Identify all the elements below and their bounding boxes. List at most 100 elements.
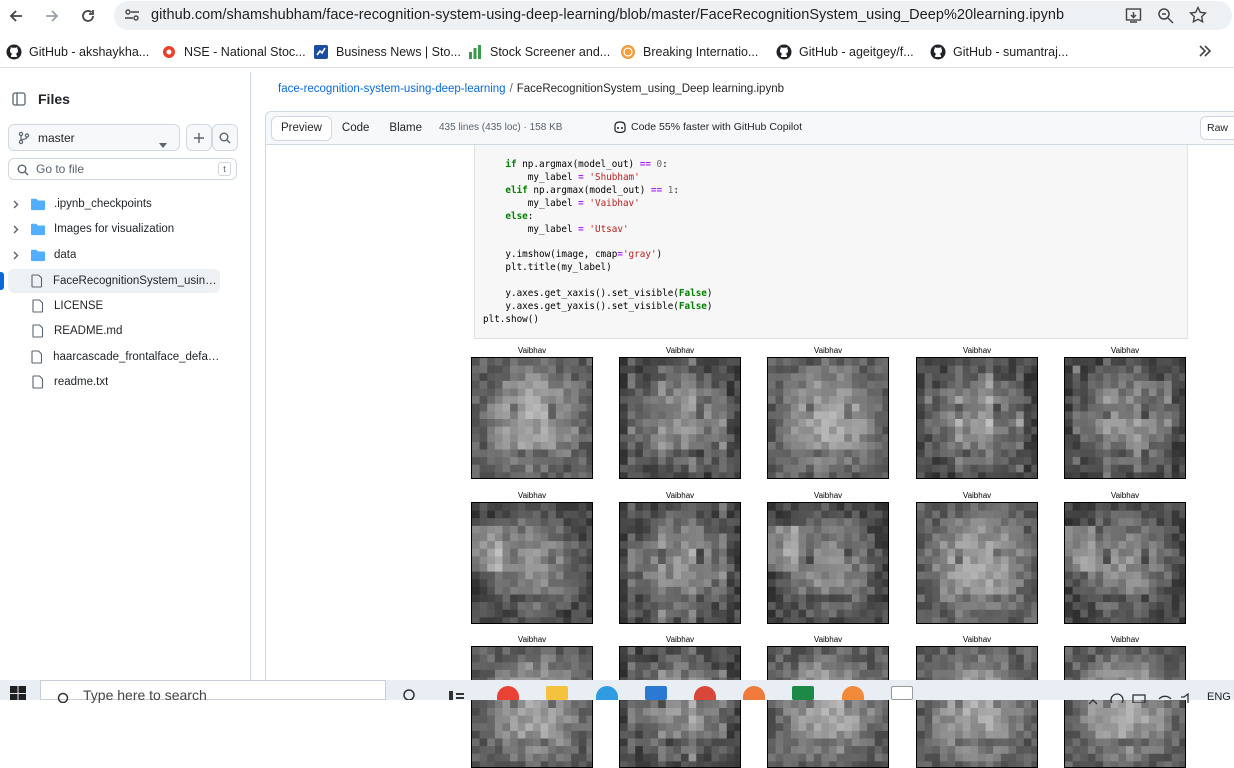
file-icon xyxy=(32,299,44,313)
copilot-promo[interactable]: Code 55% faster with GitHub Copilot xyxy=(613,121,802,133)
code-line: y.imshow(image, cmap='gray') xyxy=(483,249,663,261)
github-icon xyxy=(776,44,792,60)
plot-title: Vaibhav xyxy=(1110,346,1140,355)
tree-item-readme-md[interactable]: README.md xyxy=(8,319,220,343)
branch-icon xyxy=(18,131,30,150)
reload-icon[interactable] xyxy=(76,4,100,28)
tree-item-images-for-visualization[interactable]: Images for visualization xyxy=(8,217,220,241)
face-image xyxy=(471,502,593,624)
file-explorer-icon[interactable] xyxy=(546,686,568,700)
language-indicator[interactable]: ENG xyxy=(1207,691,1231,703)
address-bar[interactable]: github.com/shamshubham/face-recognition-… xyxy=(114,1,1232,30)
tree-item-label: .ipynb_checkpoints xyxy=(54,198,152,210)
collapse-sidebar-icon[interactable] xyxy=(12,92,26,111)
chevron-right-icon[interactable] xyxy=(10,225,22,234)
bookmark-star-icon[interactable] xyxy=(1188,5,1208,29)
copilot-text: Code 55% faster with GitHub Copilot xyxy=(631,121,802,133)
browser-toolbar: github.com/shamshubham/face-recognition-… xyxy=(0,0,1234,32)
volume-icon[interactable] xyxy=(1180,690,1194,708)
code-block: if np.argmax(model_out) == 0: my_label =… xyxy=(483,159,713,327)
tree-item-label: README.md xyxy=(54,325,123,337)
forward-icon[interactable] xyxy=(40,4,64,28)
tab-blame[interactable]: Blame xyxy=(379,116,432,141)
site-info-icon[interactable] xyxy=(124,8,140,27)
code-line: plt.show() xyxy=(483,313,539,325)
tree-item-notebook[interactable]: FaceRecognitionSystem_using_D... xyxy=(8,269,220,293)
wifi-icon[interactable] xyxy=(1158,690,1172,708)
tree-item-label: Images for visualization xyxy=(54,223,175,235)
search-icon xyxy=(57,690,71,706)
raw-button[interactable]: Raw xyxy=(1200,116,1234,140)
news-icon xyxy=(621,45,635,59)
zoom-icon[interactable] xyxy=(1157,7,1174,29)
face-image xyxy=(1064,357,1186,479)
tab-preview[interactable]: Preview xyxy=(271,116,332,141)
tree-item-haarcascade[interactable]: haarcascade_frontalface_default.... xyxy=(8,345,220,369)
bookmark-item[interactable]: Business News | Sto... xyxy=(313,43,461,61)
windows-start-icon[interactable] xyxy=(10,686,26,705)
chevron-right-icon[interactable] xyxy=(10,200,22,209)
bookmark-label: Breaking Internatio... xyxy=(643,45,759,59)
github-icon xyxy=(930,44,946,60)
file-info: 435 lines (435 loc) · 158 KB xyxy=(439,122,563,133)
file-tree-sidebar: Files master t .ipynb_checkpoints Images… xyxy=(0,72,251,680)
view-mode-tabs: Preview Code Blame xyxy=(271,116,432,141)
vscode-icon[interactable] xyxy=(645,686,667,700)
breadcrumb-repo-link[interactable]: face-recognition-system-using-deep-learn… xyxy=(278,83,506,95)
widgets-icon[interactable] xyxy=(446,686,468,700)
tree-item-label: data xyxy=(54,249,77,261)
tray-chevron-icon[interactable] xyxy=(1088,692,1098,710)
tree-item-data[interactable]: data xyxy=(8,243,220,267)
caret-down-icon xyxy=(159,135,167,153)
tree-item-label: haarcascade_frontalface_default.... xyxy=(53,351,220,363)
anaconda-icon[interactable] xyxy=(792,686,814,700)
go-to-file-input[interactable] xyxy=(36,162,216,176)
search-icon xyxy=(219,132,231,143)
bookmark-label: Stock Screener and... xyxy=(490,45,611,59)
task-view-icon[interactable] xyxy=(400,686,422,701)
bookmark-item[interactable]: GitHub - akshaykha... xyxy=(6,43,149,61)
file-icon xyxy=(32,375,44,389)
install-app-icon[interactable] xyxy=(1125,7,1142,29)
code-line: else: xyxy=(505,210,534,222)
battery-icon[interactable] xyxy=(1132,690,1148,708)
face-image xyxy=(619,357,741,479)
face-image xyxy=(916,357,1038,479)
folder-icon xyxy=(31,249,45,262)
more-bookmarks-icon[interactable] xyxy=(1198,44,1212,63)
tree-item-readme-txt[interactable]: readme.txt xyxy=(8,370,220,394)
bookmark-item[interactable]: GitHub - sumantraj... xyxy=(930,43,1068,61)
add-file-button[interactable] xyxy=(186,124,212,151)
tree-item-ipynb-checkpoints[interactable]: .ipynb_checkpoints xyxy=(8,192,220,216)
plot-title: Vaibhav xyxy=(1110,491,1140,500)
taskbar-search[interactable]: Type here to search xyxy=(40,680,386,704)
bookmark-item[interactable]: NSE - National Stoc... xyxy=(161,43,306,61)
bookmark-item[interactable]: Stock Screener and... xyxy=(467,43,610,61)
code-line: my_label = 'Shubham' xyxy=(483,171,640,183)
tree-item-license[interactable]: LICENSE xyxy=(8,294,220,318)
document-icon[interactable] xyxy=(891,686,913,700)
code-line: elif np.argmax(model_out) == 1: xyxy=(505,184,679,196)
face-image xyxy=(916,502,1038,624)
face-image xyxy=(767,646,889,768)
url-text: github.com/shamshubham/face-recognition-… xyxy=(151,7,1065,23)
bookmark-label: Business News | Sto... xyxy=(336,45,461,59)
file-icon xyxy=(32,324,44,338)
branch-name: master xyxy=(38,131,75,145)
go-to-file-field[interactable]: t xyxy=(8,158,237,180)
bookmarks-bar: GitHub - akshaykha... NSE - National Sto… xyxy=(0,36,1234,68)
search-button[interactable] xyxy=(212,124,238,151)
back-icon[interactable] xyxy=(4,4,28,28)
chevron-right-icon[interactable] xyxy=(10,251,22,260)
plot-title: Vaibhav xyxy=(517,635,547,644)
shortcut-key-badge: t xyxy=(218,162,231,176)
face-image xyxy=(619,502,741,624)
stock-screener-icon xyxy=(469,45,481,59)
branch-selector[interactable]: master xyxy=(8,124,180,151)
network-icon[interactable] xyxy=(1110,690,1124,708)
bookmark-item[interactable]: GitHub - ageitgey/f... xyxy=(776,43,914,61)
tab-code[interactable]: Code xyxy=(332,116,380,141)
bookmark-label: NSE - National Stoc... xyxy=(184,45,306,59)
bookmark-item[interactable]: Breaking Internatio... xyxy=(620,43,758,61)
github-icon xyxy=(6,44,22,60)
